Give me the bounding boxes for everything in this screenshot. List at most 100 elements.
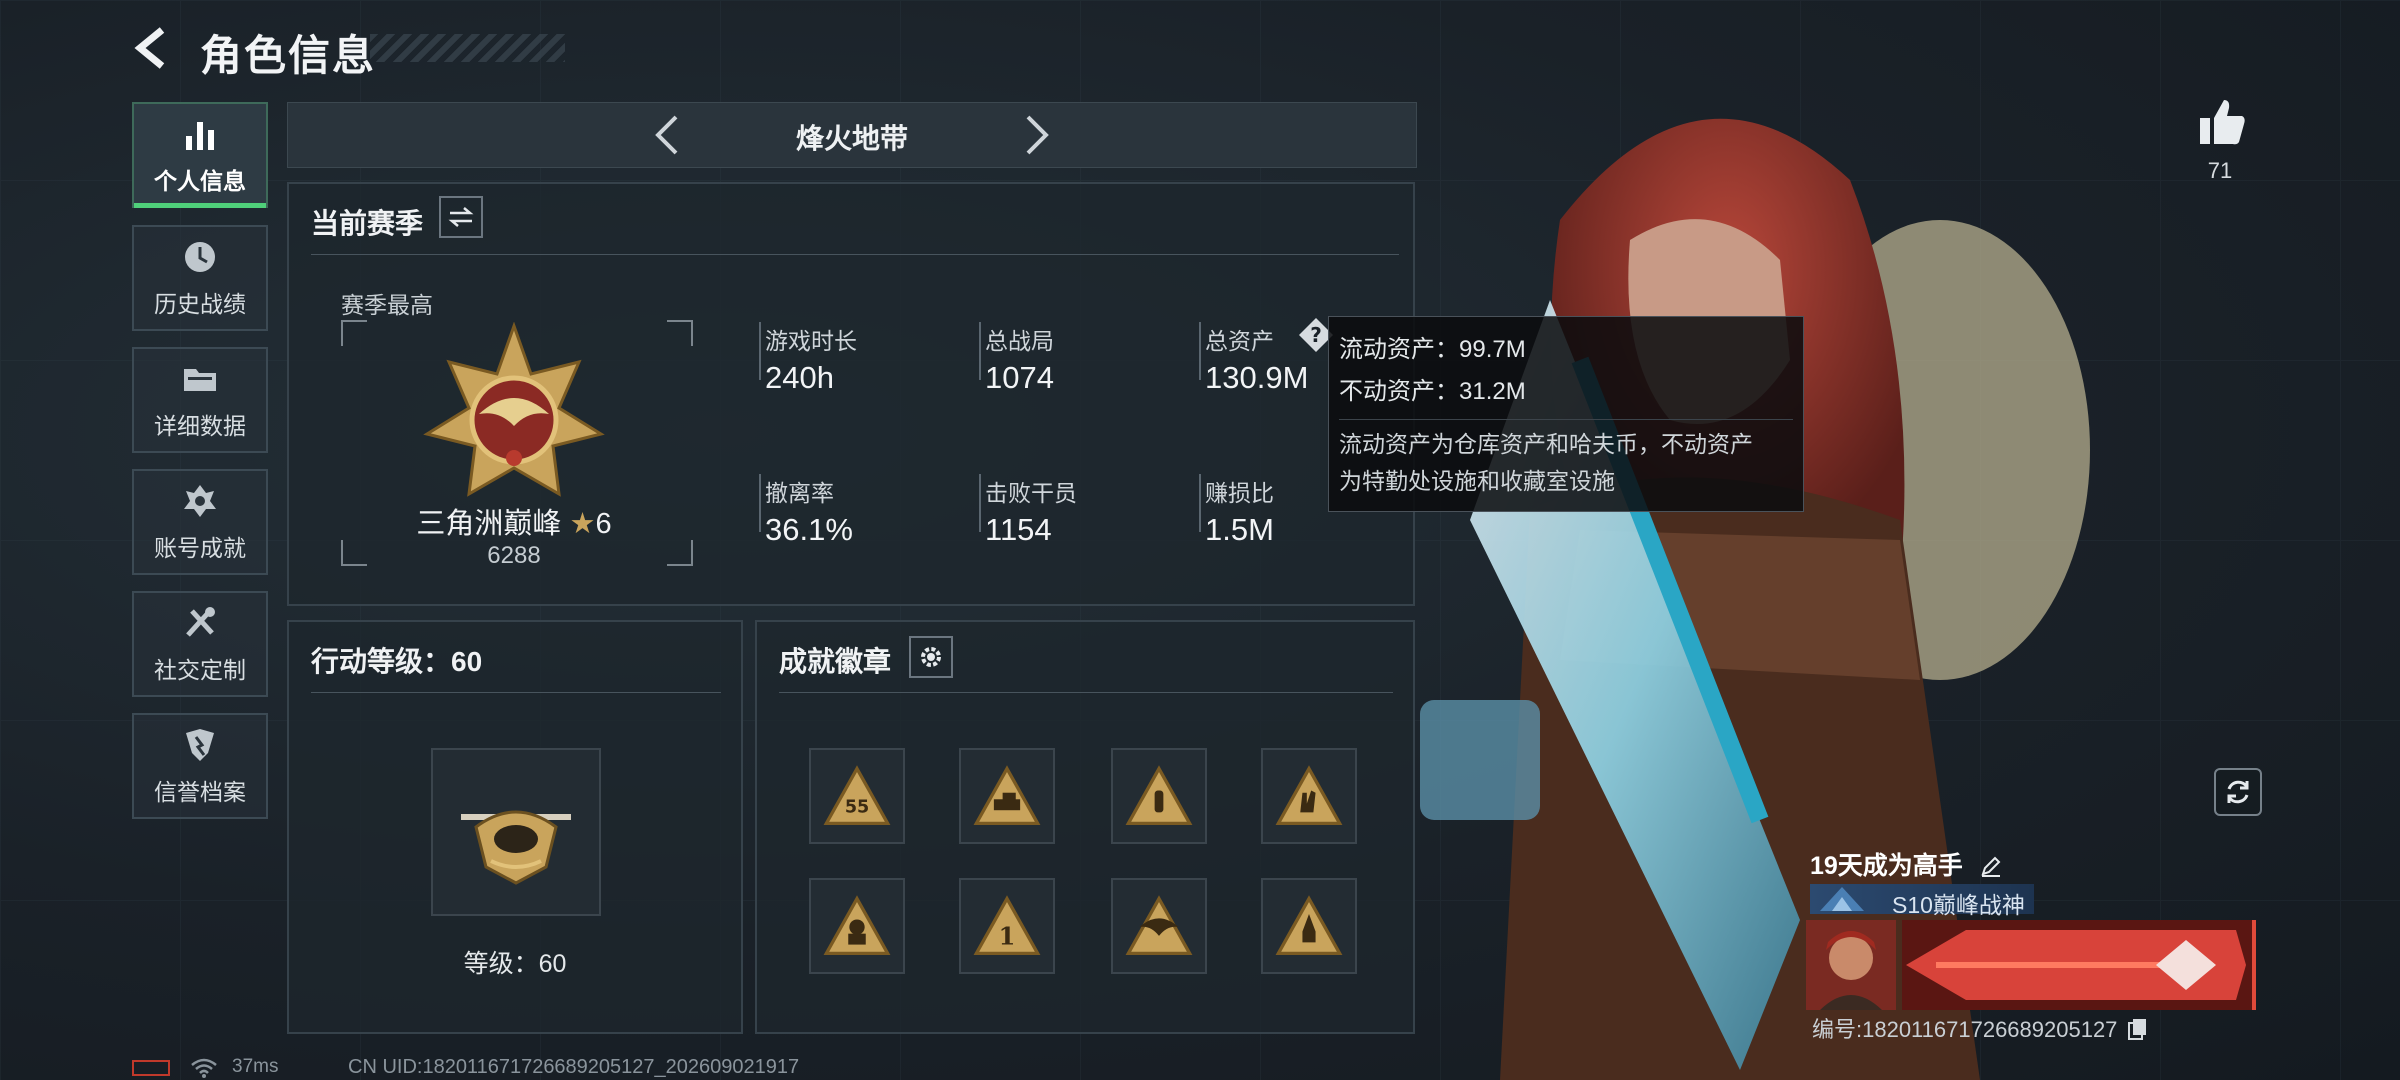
stat-divider [759, 474, 761, 532]
stat-divider [1199, 474, 1201, 532]
page-title: 角色信息 [200, 32, 377, 79]
player-title: S10巅峰战神 [1892, 892, 2025, 918]
gear-icon [921, 647, 941, 667]
history-icon [185, 242, 215, 272]
back-arrow-icon[interactable] [132, 26, 172, 70]
rank-name: 三角洲巅峰 ★6 [369, 500, 659, 542]
stat-value: 1074 [985, 360, 1054, 395]
badge-slot[interactable]: 55 [809, 748, 905, 844]
divider [311, 254, 1399, 255]
ping-value: 37ms [232, 1056, 279, 1077]
achievement-icon [184, 485, 216, 517]
badge-slot[interactable] [809, 878, 905, 974]
divider [311, 692, 721, 693]
wifi-icon [191, 1058, 217, 1078]
tooltip-desc-line: 流动资产为仓库资产和哈夫币，不动资产 [1339, 431, 1753, 457]
helicopter-emblem-icon [461, 810, 571, 885]
stat-divider [979, 474, 981, 532]
badge-hand-icon [1275, 765, 1343, 825]
tooltip-description: 流动资产为仓库资产和哈夫币，不动资产 为特勤处设施和收藏室设施 [1339, 419, 1793, 500]
sidebar-item-social[interactable]: 社交定制 [132, 591, 268, 697]
player-uid: 编号:182011671726689205127 [1812, 1012, 2148, 1044]
stat-divider [1199, 322, 1201, 380]
level-panel: 行动等级：60 等级：60 [287, 620, 743, 1034]
badge-number-1-icon: 1 [973, 895, 1041, 955]
tools-icon [186, 607, 215, 637]
player-uid-text: 编号:182011671726689205127 [1812, 1017, 2118, 1042]
player-name: 19天成为高手 [1810, 846, 2002, 882]
tooltip-desc-line: 为特勤处设施和收藏室设施 [1339, 468, 1615, 494]
sidebar-item-credit[interactable]: 信誉档案 [132, 713, 268, 819]
stat-label: 总战局 [985, 328, 1054, 354]
level-title: 行动等级：60 [311, 646, 483, 677]
stat-label: 赚损比 [1205, 480, 1274, 506]
badge-rocket-icon [1275, 895, 1343, 955]
badge-slot[interactable] [1261, 748, 1357, 844]
copy-icon[interactable] [2127, 1018, 2148, 1040]
stat-value: 130.9M [1205, 360, 1309, 395]
swap-season-button[interactable] [439, 196, 483, 238]
badge-slot[interactable] [1261, 878, 1357, 974]
mode-selector: 烽火地带 [287, 102, 1417, 168]
level-label: 等级：60 [463, 950, 567, 978]
title-decoration [370, 34, 565, 62]
stat-label: 击败干员 [985, 480, 1077, 506]
sidebar-item-label: 信誉档案 [154, 779, 246, 805]
badge-panel: 成就徽章 55 1 [755, 620, 1415, 1034]
folder-icon [184, 369, 216, 391]
stat-label: 游戏时长 [765, 328, 857, 354]
chevron-right-icon[interactable] [1020, 111, 1056, 159]
player-name-text: 19天成为高手 [1810, 852, 1963, 880]
stat-label: 撤离率 [765, 480, 834, 506]
badge-slot[interactable] [1111, 878, 1207, 974]
edit-icon[interactable] [1980, 855, 2002, 877]
season-title: 当前赛季 [311, 208, 424, 239]
sidebar-item-achievements[interactable]: 账号成就 [132, 469, 268, 575]
sidebar-item-detailed-data[interactable]: 详细数据 [132, 347, 268, 453]
sidebar-item-label: 账号成就 [154, 535, 246, 561]
tooltip-liquid-assets: 流动资产：99.7M [1339, 336, 1526, 363]
svg-text:1: 1 [999, 922, 1016, 951]
badge-slot[interactable] [959, 748, 1055, 844]
refresh-button[interactable] [2214, 768, 2262, 816]
divider [779, 692, 1393, 693]
rank-emblem-icon [423, 322, 605, 497]
stat-value: 1154 [985, 512, 1052, 547]
sidebar-item-label: 社交定制 [154, 657, 246, 683]
season-best-label: 赛季最高 [341, 292, 433, 318]
frame-corner [341, 320, 367, 346]
sidebar-item-history[interactable]: 历史战绩 [132, 225, 268, 331]
player-id-card[interactable] [1806, 920, 2256, 1010]
title-emblem-icon [1820, 887, 1864, 911]
rank-score: 6288 [487, 542, 541, 569]
sidebar-item-personal-info[interactable]: 个人信息 [132, 102, 268, 208]
badge-slot[interactable]: 1 [959, 878, 1055, 974]
tooltip-fixed-assets: 不动资产：31.2M [1339, 378, 1526, 405]
stat-value: 240h [765, 360, 834, 395]
mode-name: 烽火地带 [795, 123, 908, 154]
frame-corner [667, 320, 693, 346]
shield-icon [186, 729, 214, 761]
badge-settings-button[interactable] [909, 636, 953, 678]
rank-stars: 6 [595, 508, 612, 540]
sidebar-item-label: 个人信息 [154, 168, 246, 194]
svg-text:?: ? [1310, 323, 1322, 347]
svg-text:55: 55 [845, 797, 869, 817]
battery-icon [132, 1060, 170, 1076]
frame-corner [341, 540, 367, 566]
sidebar-item-label: 详细数据 [154, 413, 246, 439]
bar-chart-icon [186, 122, 214, 150]
stat-label: 总资产 [1205, 328, 1274, 354]
badges-title: 成就徽章 [779, 646, 892, 677]
likes-count: 71 [2207, 158, 2233, 183]
badge-eagle-s10-icon [1125, 895, 1193, 955]
thumbs-up-icon[interactable] [2196, 96, 2248, 148]
stat-divider [759, 322, 761, 380]
sidebar-item-label: 历史战绩 [154, 291, 246, 317]
star-icon: ★ [569, 508, 596, 540]
asset-tooltip: 流动资产：99.7M 不动资产：31.2M 流动资产为仓库资产和哈夫币，不动资产… [1328, 316, 1804, 512]
badge-slot[interactable] [1111, 748, 1207, 844]
stat-value: 36.1% [765, 512, 853, 547]
badge-tank-icon [973, 765, 1041, 825]
badge-hazmat-icon [823, 895, 891, 955]
